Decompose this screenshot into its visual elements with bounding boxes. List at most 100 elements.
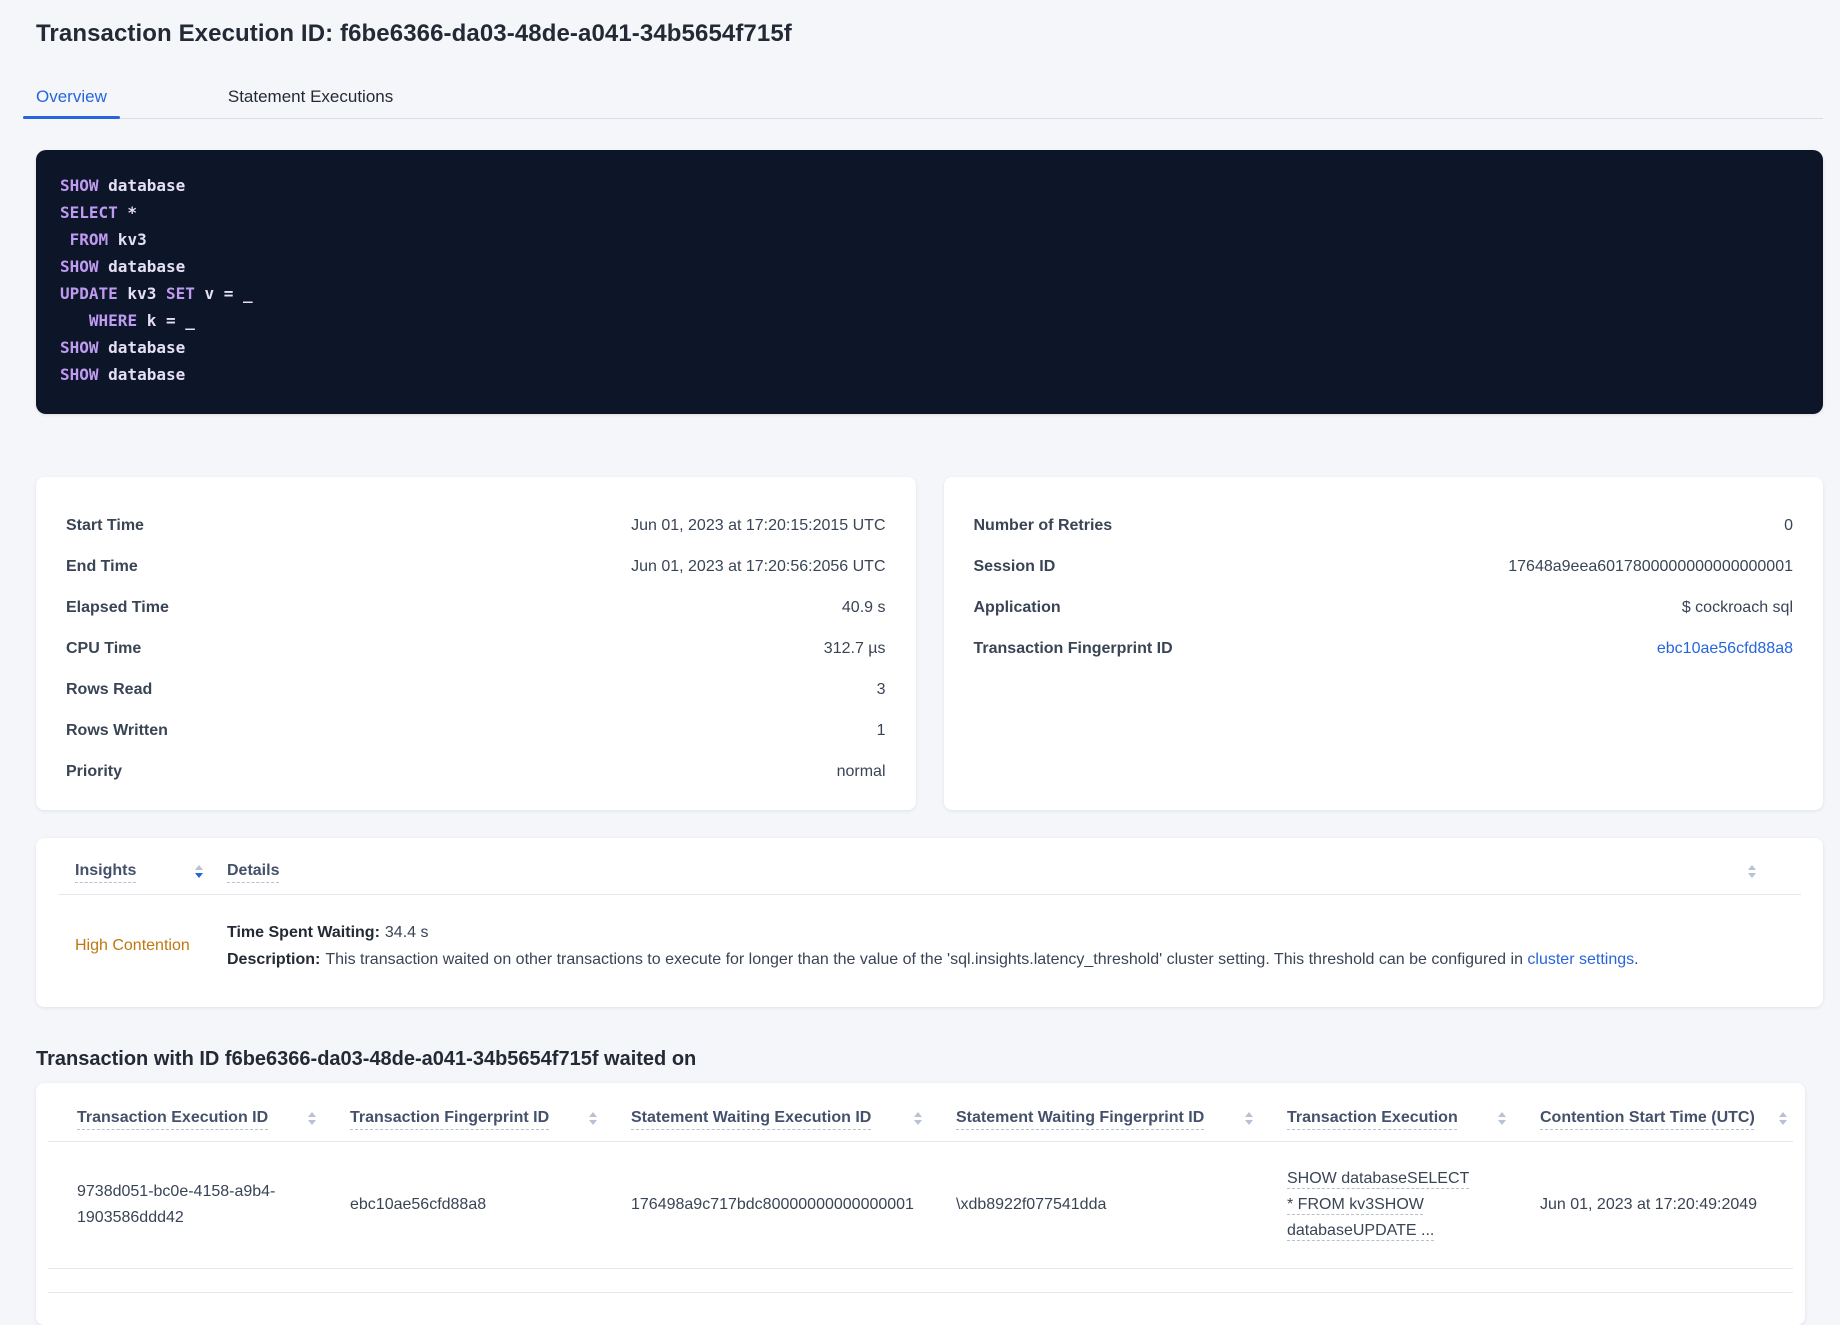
stat-value: Jun 01, 2023 at 17:20:15:2015 UTC <box>631 516 886 534</box>
column-header-transaction-fingerprint-id[interactable]: Transaction Fingerprint ID <box>350 1083 631 1142</box>
time-spent-waiting-line: Time Spent Waiting: 34.4 s <box>227 919 1784 946</box>
sort-down-arrow <box>1779 1119 1787 1125</box>
column-header-transaction-execution[interactable]: Transaction Execution <box>1287 1083 1540 1142</box>
sort-icon[interactable] <box>195 864 203 878</box>
tab-statement-executions[interactable]: Statement Executions <box>215 75 406 118</box>
sort-down-arrow <box>1245 1119 1253 1125</box>
execution-stats-card: Start Time Jun 01, 2023 at 17:20:15:2015 … <box>36 477 916 810</box>
column-header-label: Statement Waiting Fingerprint ID <box>956 1109 1205 1126</box>
fingerprint-link[interactable]: ebc10ae56cfd88a8 <box>1657 640 1793 658</box>
stat-label: Rows Written <box>66 721 168 739</box>
sort-icon[interactable] <box>1779 1111 1787 1125</box>
column-header-label: Transaction Execution <box>1287 1109 1458 1126</box>
metadata-stats-card: Number of Retries 0 Session ID 17648a9eea60… <box>943 477 1823 810</box>
sort-up-arrow <box>1498 1111 1506 1117</box>
stat-label: Number of Retries <box>973 516 1113 534</box>
sql-token: SHOW <box>60 338 99 357</box>
column-header-inner: Statement Waiting Fingerprint ID <box>956 1109 1253 1127</box>
column-header-label: Contention Start Time (UTC) <box>1540 1109 1755 1126</box>
sql-token: SHOW <box>60 257 99 276</box>
sql-line: SELECT * <box>60 199 1799 226</box>
sql-line: SHOW database <box>60 172 1799 199</box>
table-footer-spacer <box>48 1269 1793 1293</box>
table-row: 9738d051-bc0e-4158-a9b4-1903586ddd42 ebc1… <box>48 1141 1793 1269</box>
table-cell-transaction-fingerprint-id: ebc10ae56cfd88a8 <box>350 1141 631 1269</box>
insight-type-cell: High Contention <box>75 937 227 955</box>
waited-transactions-table-card: Transaction Execution ID Transaction Fing… <box>36 1083 1805 1325</box>
sql-token: database <box>98 338 186 357</box>
sort-up-arrow <box>195 864 203 870</box>
table-header-row: Transaction Execution ID Transaction Fing… <box>48 1083 1793 1142</box>
stat-value: 3 <box>876 680 886 698</box>
tab-bar: Overview Statement Executions <box>23 75 1823 119</box>
sort-icon[interactable] <box>589 1111 597 1125</box>
insights-column-label: Insights <box>75 862 137 879</box>
sort-icon[interactable] <box>914 1111 922 1125</box>
column-header-inner: Transaction Execution <box>1287 1109 1506 1127</box>
stat-row: End Time Jun 01, 2023 at 17:20:56:2056 UT… <box>66 546 886 587</box>
sql-token: UPDATE <box>60 284 118 303</box>
column-header-inner: Contention Start Time (UTC) <box>1540 1109 1787 1127</box>
waited-transactions-table: Transaction Execution ID Transaction Fing… <box>48 1083 1793 1269</box>
sql-token: kv3 <box>117 284 166 303</box>
stat-row: CPU Time 312.7 µs <box>66 628 886 669</box>
stat-row: Elapsed Time 40.9 s <box>66 587 886 628</box>
stat-row: Start Time Jun 01, 2023 at 17:20:15:2015 … <box>66 505 886 546</box>
details-column-label[interactable]: Details <box>227 862 279 880</box>
stat-row: Priority normal <box>66 751 886 792</box>
stat-row: Transaction Fingerprint ID ebc10ae56cfd88… <box>974 628 1794 669</box>
sql-token: FROM <box>69 230 109 249</box>
transaction-execution-preview[interactable]: SHOW databaseSELECT * FROM kv3SHOW datab… <box>1287 1166 1475 1244</box>
stat-label: CPU Time <box>66 639 142 657</box>
stat-label: Priority <box>66 762 123 780</box>
column-header-transaction-execution-id[interactable]: Transaction Execution ID <box>48 1083 350 1142</box>
page-title: Transaction Execution ID: f6be6366-da03-… <box>36 20 792 47</box>
sql-token: v = _ <box>194 284 253 303</box>
cluster-settings-link[interactable]: cluster settings <box>1527 951 1634 968</box>
table-cell-transaction-execution: SHOW databaseSELECT * FROM kv3SHOW datab… <box>1287 1141 1540 1269</box>
sort-icon[interactable] <box>1748 864 1756 878</box>
insights-table-header: Insights Details <box>58 838 1801 894</box>
sql-token: SELECT <box>60 203 118 222</box>
stat-value: normal <box>836 762 886 780</box>
table-cell-contention-start-time-utc: Jun 01, 2023 at 17:20:49:2049 <box>1540 1141 1793 1269</box>
description-text: This transaction waited on other transac… <box>325 951 1528 968</box>
sort-down-arrow <box>1748 872 1756 878</box>
sql-token: SHOW <box>60 176 99 195</box>
insights-card: Insights Details High Contention Time Sp… <box>36 838 1823 1007</box>
sort-up-arrow <box>914 1111 922 1117</box>
sort-icon[interactable] <box>308 1111 316 1125</box>
sql-token: SET <box>165 284 195 303</box>
sql-line: UPDATE kv3 SET v = _ <box>60 280 1799 307</box>
column-header-contention-start-time-utc[interactable]: Contention Start Time (UTC) <box>1540 1083 1793 1142</box>
column-header-label: Statement Waiting Execution ID <box>631 1109 872 1126</box>
transaction-details-page: Transaction Execution ID: f6be6366-da03-… <box>0 0 1840 1325</box>
column-header-statement-waiting-execution-id[interactable]: Statement Waiting Execution ID <box>631 1083 956 1142</box>
sort-up-arrow <box>1748 864 1756 870</box>
stat-row: Number of Retries 0 <box>974 505 1794 546</box>
sort-up-arrow <box>308 1111 316 1117</box>
column-header-label: Transaction Fingerprint ID <box>350 1109 550 1126</box>
stat-row: Rows Written 1 <box>66 710 886 751</box>
sort-down-arrow <box>308 1119 316 1125</box>
column-header-label: Transaction Execution ID <box>77 1109 269 1126</box>
stat-value: $ cockroach sql <box>1681 598 1793 616</box>
column-header-statement-waiting-fingerprint-id[interactable]: Statement Waiting Fingerprint ID <box>956 1083 1287 1142</box>
sort-up-arrow <box>1779 1111 1787 1117</box>
sql-line: SHOW database <box>60 361 1799 388</box>
insight-details-cell: Time Spent Waiting: 34.4 s Description: Th… <box>227 919 1784 973</box>
column-header-inner: Statement Waiting Execution ID <box>631 1109 922 1127</box>
time-spent-waiting-label: Time Spent Waiting: <box>227 924 380 941</box>
stat-value: 17648a9eea6017800000000000000001 <box>1508 557 1793 575</box>
sql-line: FROM kv3 <box>60 226 1799 253</box>
insights-column-header[interactable]: Insights <box>75 862 227 880</box>
sort-icon[interactable] <box>1498 1111 1506 1125</box>
sort-up-arrow <box>1245 1111 1253 1117</box>
tab-overview[interactable]: Overview <box>23 75 120 119</box>
description-line: Description: This transaction waited on o… <box>227 946 1784 973</box>
stats-cards-row: Start Time Jun 01, 2023 at 17:20:15:2015 … <box>36 477 1823 810</box>
stat-label: Rows Read <box>66 680 153 698</box>
stat-label: End Time <box>66 557 138 575</box>
sort-icon[interactable] <box>1245 1111 1253 1125</box>
